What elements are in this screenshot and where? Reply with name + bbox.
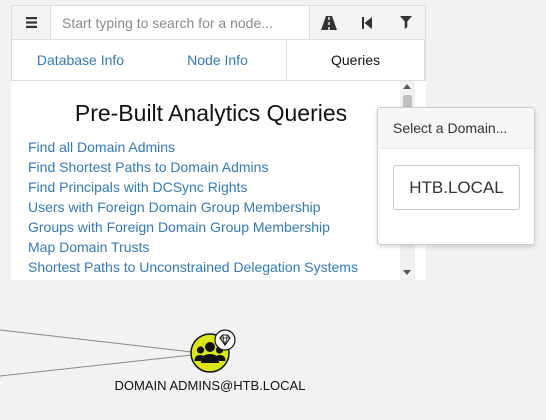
- query-dcsync-rights[interactable]: Find Principals with DCSync Rights: [28, 177, 358, 197]
- tab-queries[interactable]: Queries: [286, 40, 425, 80]
- road-icon: [321, 15, 338, 30]
- graph-edge[interactable]: [0, 329, 193, 353]
- search-input[interactable]: [51, 6, 309, 39]
- query-unconstrained-delegation[interactable]: Shortest Paths to Unconstrained Delegati…: [28, 257, 358, 277]
- node-label: DOMAIN ADMINS@HTB.LOCAL: [114, 378, 306, 393]
- search-bar: [11, 5, 426, 40]
- query-find-all-domain-admins[interactable]: Find all Domain Admins: [28, 137, 358, 157]
- queries-panel: Pre-Built Analytics Queries Find all Dom…: [11, 81, 426, 280]
- hamburger-menu-icon: [25, 17, 37, 28]
- query-map-domain-trusts[interactable]: Map Domain Trusts: [28, 237, 358, 257]
- graph-edge[interactable]: [0, 354, 193, 377]
- filter-icon: [399, 16, 412, 29]
- panel-title: Pre-Built Analytics Queries: [74, 100, 348, 126]
- query-groups-foreign-group-membership[interactable]: Groups with Foreign Domain Group Members…: [28, 217, 358, 237]
- tab-database-info[interactable]: Database Info: [12, 40, 149, 80]
- tab-node-info[interactable]: Node Info: [149, 40, 286, 80]
- domain-select-popover: Select a Domain... HTB.LOCAL: [377, 107, 535, 245]
- step-backward-icon: [362, 16, 373, 29]
- filter-button[interactable]: [387, 6, 425, 39]
- scroll-up-icon[interactable]: [403, 84, 411, 89]
- domain-option-htb-local[interactable]: HTB.LOCAL: [393, 165, 520, 210]
- gem-icon: [214, 329, 236, 351]
- pathfinding-button[interactable]: [310, 6, 348, 39]
- info-tabs: Database Info Node Info Queries: [11, 40, 426, 81]
- domain-select-header: Select a Domain...: [378, 108, 534, 149]
- query-list: Find all Domain Admins Find Shortest Pat…: [28, 137, 358, 277]
- scroll-down-icon[interactable]: [403, 270, 411, 275]
- menu-button[interactable]: [12, 6, 51, 39]
- query-users-foreign-group-membership[interactable]: Users with Foreign Domain Group Membersh…: [28, 197, 358, 217]
- query-shortest-paths-domain-admins[interactable]: Find Shortest Paths to Domain Admins: [28, 157, 358, 177]
- search-toolbar: [309, 6, 425, 39]
- graph-node-domain-admins[interactable]: [190, 329, 236, 374]
- back-button[interactable]: [348, 6, 386, 39]
